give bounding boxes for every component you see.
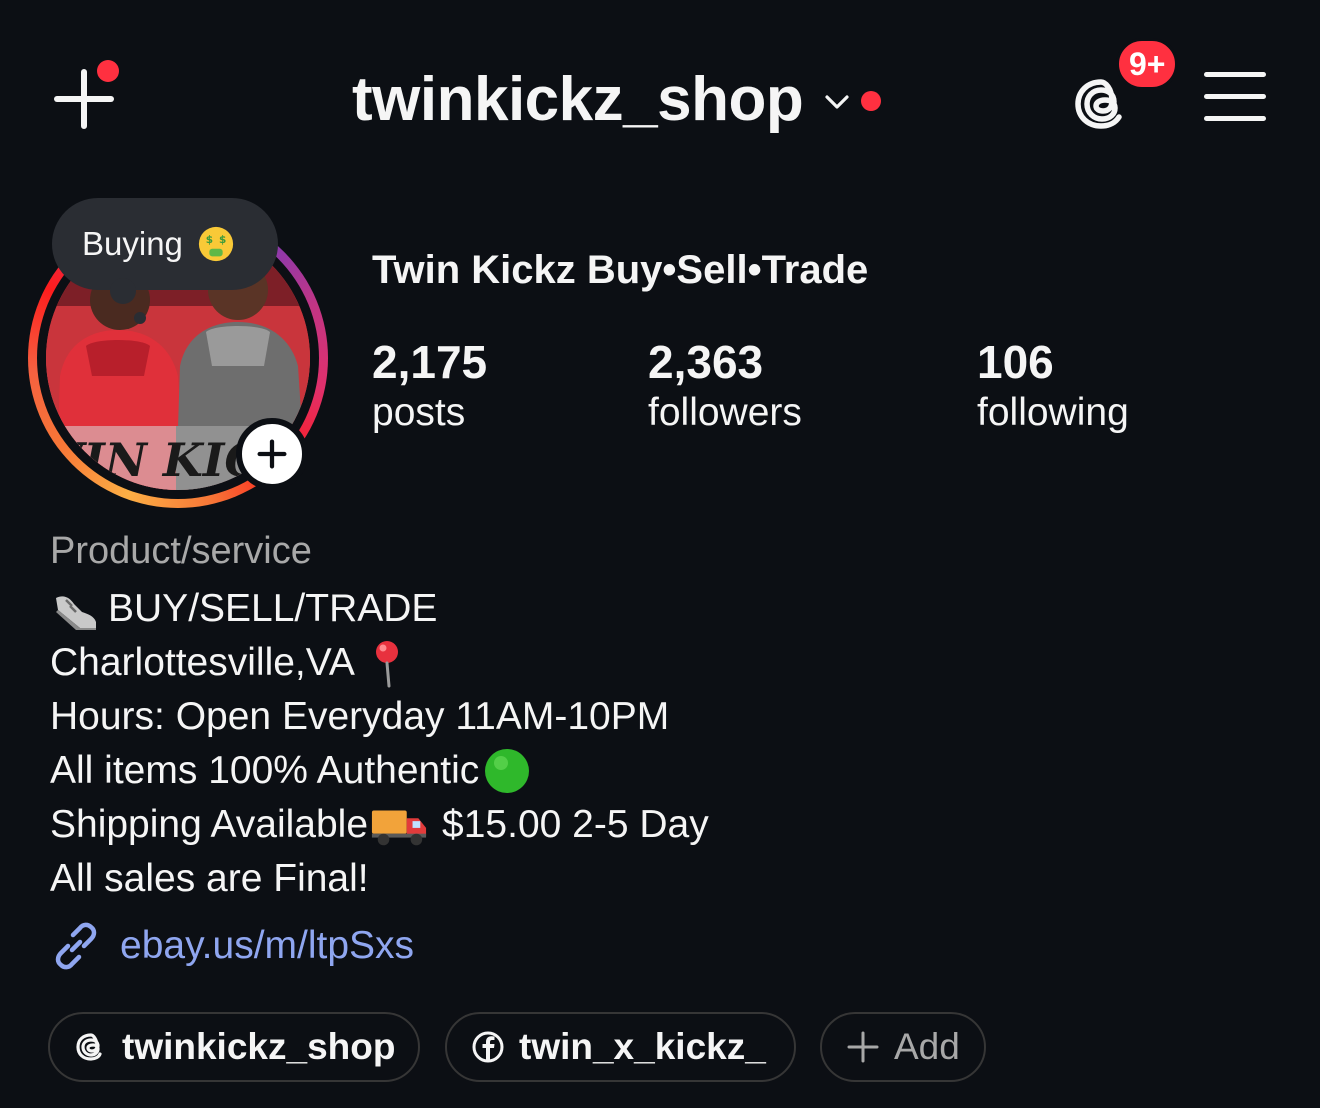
facebook-profile-chip[interactable]: twin_x_kickz_ <box>445 1012 796 1082</box>
add-link-chip[interactable]: Add <box>820 1012 986 1082</box>
bio-text: All items 100% Authentic <box>50 749 480 792</box>
profile-username: twinkickz_shop <box>352 65 804 134</box>
menu-line <box>1204 116 1266 121</box>
link-icon <box>55 922 97 970</box>
stat-value: 106 <box>977 336 1054 388</box>
profile-category: Product/service <box>50 530 312 572</box>
svg-text:$: $ <box>206 234 213 246</box>
threads-icon <box>76 1033 102 1061</box>
threads-profile-chip[interactable]: twinkickz_shop <box>48 1012 420 1082</box>
bio-line: Shipping Available $15.00 2-5 Day <box>50 798 709 852</box>
bio-text: $15.00 2-5 Day <box>442 803 709 846</box>
chevron-down-icon <box>825 95 849 109</box>
bio-line: BUY/SELL/TRADE <box>50 582 709 636</box>
stat-value: 2,175 <box>372 336 488 388</box>
chip-label: twin_x_kickz_ <box>519 1026 766 1067</box>
bio-text: Shipping Available <box>50 803 369 846</box>
plus-icon <box>257 439 287 469</box>
notification-badge[interactable]: 9+ <box>1116 38 1179 90</box>
svg-text:$: $ <box>219 234 226 246</box>
stat-label: posts <box>372 391 466 434</box>
followers-stat[interactable]: 2,363 followers <box>648 336 802 438</box>
note-text: Buying <box>82 225 183 262</box>
account-notification-dot <box>861 91 882 111</box>
account-switcher[interactable]: twinkickz_shop <box>352 60 882 140</box>
note-bubble[interactable]: Buying $ $ <box>52 198 278 324</box>
menu-button[interactable] <box>1204 72 1268 124</box>
stat-value: 2,363 <box>648 336 764 388</box>
bio-line: Hours: Open Everyday 11AM-10PM <box>50 690 709 744</box>
following-stat[interactable]: 106 following <box>977 336 1129 438</box>
round-pushpin-emoji <box>375 641 398 688</box>
bio-line: Charlottesville,VA <box>50 636 709 690</box>
stat-label: following <box>977 391 1129 434</box>
menu-line <box>1204 94 1266 99</box>
bio-text: All sales are Final! <box>50 857 369 900</box>
create-button[interactable] <box>50 60 122 132</box>
bio-text: Charlottesville,VA <box>50 641 355 684</box>
chip-label: twinkickz_shop <box>122 1026 396 1067</box>
sneaker-emoji <box>56 596 96 630</box>
green-circle-emoji <box>485 749 530 793</box>
bio-line: All sales are Final! <box>50 852 709 906</box>
bio: BUY/SELL/TRADE Charlottesville,VA Hours:… <box>50 582 709 906</box>
facebook-icon <box>472 1031 504 1063</box>
delivery-truck-emoji <box>371 810 427 846</box>
display-name: Twin Kickz Buy•Sell•Trade <box>372 248 869 292</box>
bio-text: Hours: Open Everyday 11AM-10PM <box>50 695 670 738</box>
chip-label: Add <box>894 1026 960 1067</box>
bio-text: BUY/SELL/TRADE <box>108 587 438 630</box>
money-mouth-face-emoji: $ $ <box>198 226 234 262</box>
create-notification-dot <box>97 60 119 82</box>
plus-icon <box>847 1031 879 1063</box>
posts-stat[interactable]: 2,175 posts <box>372 336 487 438</box>
stat-label: followers <box>648 391 802 434</box>
link-url: ebay.us/m/ltpSxs <box>120 924 415 967</box>
add-story-button[interactable] <box>236 418 308 490</box>
bio-link[interactable]: ebay.us/m/ltpSxs <box>50 920 414 972</box>
bio-line: All items 100% Authentic <box>50 744 709 798</box>
menu-line <box>1204 72 1266 77</box>
